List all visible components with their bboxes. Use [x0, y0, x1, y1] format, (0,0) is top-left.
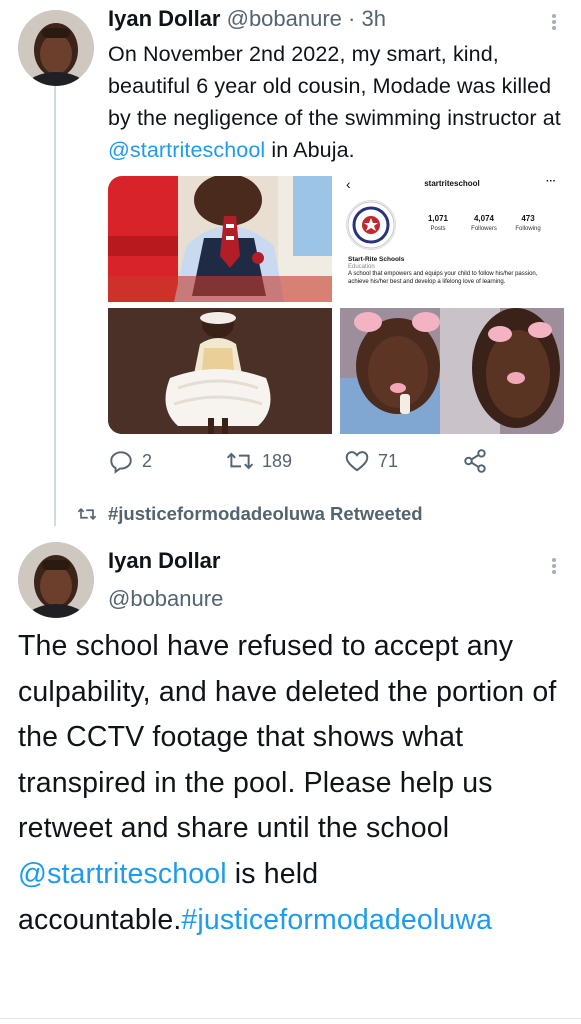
media-photo-dress[interactable] — [108, 308, 332, 434]
display-name[interactable]: Iyan Dollar — [108, 6, 220, 31]
tweet-text-part: The school have refused to accept any cu… — [18, 630, 557, 845]
avatar-image — [18, 10, 94, 86]
ig-followers-label: Followers — [471, 226, 497, 232]
ig-posts-count: 1,071 — [427, 214, 449, 223]
thread-connector-line — [54, 86, 56, 526]
ig-followers-count: 4,074 — [473, 214, 495, 223]
avatar[interactable] — [18, 10, 94, 86]
ig-following-count: 473 — [521, 214, 535, 223]
reply-icon — [110, 451, 132, 474]
retweeted-by-banner[interactable]: #justiceformodadeoluwa Retweeted — [76, 503, 423, 525]
ig-business-name: Start-Rite Schools — [348, 256, 405, 263]
avatar-image — [18, 542, 94, 618]
timestamp[interactable]: 3h — [362, 6, 386, 31]
divider — [0, 1018, 581, 1019]
retweeted-by-label: #justiceformodadeoluwa Retweeted — [108, 503, 423, 524]
ig-username: startriteschool — [424, 179, 480, 188]
tweet-actions: 2 189 71 — [108, 448, 508, 478]
tweet-text: The school have refused to accept any cu… — [18, 624, 574, 943]
photo-image — [340, 308, 564, 434]
avatar[interactable] — [18, 542, 94, 618]
media-grid: ‹ startriteschool ··· 1,071 Posts 4,074 … — [108, 176, 564, 434]
ig-bio: A school that empowers and equips your c… — [348, 271, 538, 285]
media-photo-selfie[interactable] — [340, 308, 564, 434]
separator: · — [348, 6, 356, 31]
more-horizontal-icon: ··· — [546, 176, 556, 187]
more-vertical-icon[interactable] — [548, 556, 560, 576]
ig-stat-following: 473 Following — [508, 214, 548, 232]
tweet-text: On November 2nd 2022, my smart, kind, be… — [108, 38, 570, 166]
tweet-text-part: On November 2nd 2022, my smart, kind, be… — [108, 42, 561, 130]
ig-stat-followers: 4,074 Followers — [464, 214, 504, 232]
mention-link[interactable]: @startriteschool — [18, 858, 227, 890]
ig-category: Education — [348, 264, 375, 270]
media-instagram-screenshot[interactable]: ‹ startriteschool ··· 1,071 Posts 4,074 … — [340, 176, 564, 302]
like-button[interactable]: 71 — [344, 448, 398, 474]
retweet-icon — [226, 452, 254, 470]
more-vertical-icon[interactable] — [548, 12, 560, 32]
tweet-text-part: in Abuja. — [265, 138, 355, 162]
school-logo — [346, 200, 396, 250]
photo-image — [108, 308, 332, 434]
photo-image — [108, 176, 332, 302]
media-photo-uniform[interactable] — [108, 176, 332, 302]
tweet-header: Iyan Dollar @bobanure · 3h — [108, 6, 386, 32]
share-icon — [464, 449, 486, 473]
reply-button[interactable]: 2 — [108, 448, 152, 474]
retweet-icon — [77, 507, 97, 521]
like-count: 71 — [378, 450, 399, 471]
ig-following-label: Following — [515, 226, 541, 232]
ig-posts-label: Posts — [430, 226, 446, 232]
reply-count: 2 — [142, 450, 153, 471]
hashtag-link[interactable]: #justiceformodadeoluwa — [181, 904, 492, 936]
ig-stat-posts: 1,071 Posts — [418, 214, 458, 232]
retweet-button[interactable]: 189 — [226, 448, 292, 474]
heart-icon — [345, 451, 369, 472]
display-name[interactable]: Iyan Dollar — [108, 548, 220, 574]
retweet-count: 189 — [262, 450, 293, 471]
handle[interactable]: @bobanure — [108, 586, 223, 612]
handle[interactable]: @bobanure — [227, 6, 342, 31]
mention-link[interactable]: @startriteschool — [108, 138, 265, 162]
share-button[interactable] — [462, 448, 488, 474]
